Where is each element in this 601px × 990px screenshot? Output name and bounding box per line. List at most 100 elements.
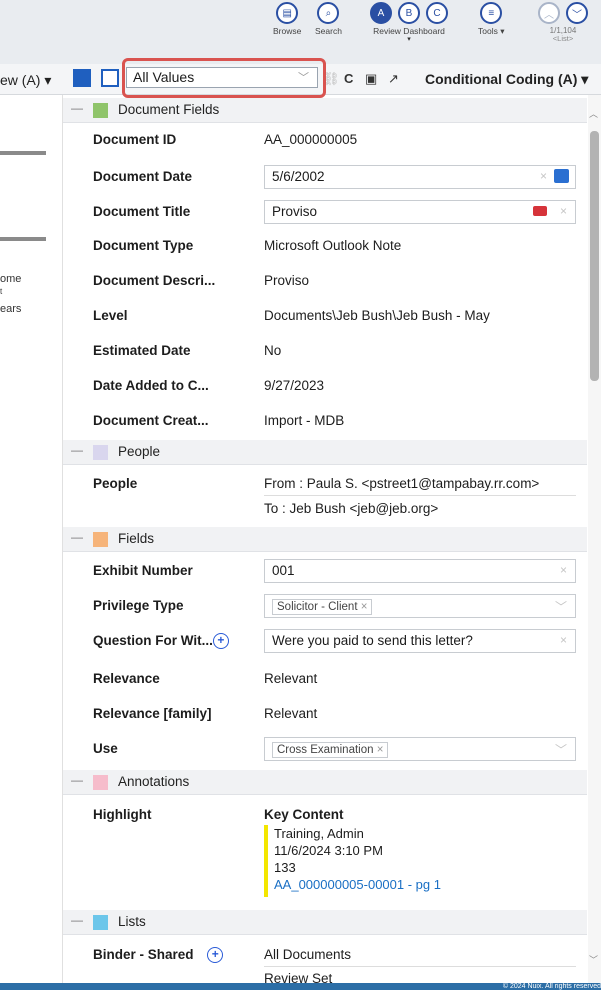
field-row-privilege-type: Privilege Type Solicitor - Client × ﹀ — [63, 589, 587, 623]
field-label: Relevance — [93, 671, 160, 686]
field-row-document-creation: Document Creat... Import - MDB — [63, 404, 587, 438]
people-from: From : Paula S. <pstreet1@tampabay.rr.co… — [264, 476, 576, 496]
question-value: Were you paid to send this letter? — [272, 633, 473, 648]
tools-button[interactable]: ≡ Tools ▾ — [478, 2, 504, 37]
add-icon[interactable]: + — [207, 947, 224, 964]
scroll-up-icon[interactable]: ︿ — [589, 107, 598, 120]
field-label: Document Title — [93, 204, 191, 219]
scroll-down-icon[interactable]: ﹀ — [589, 953, 598, 966]
field-row-date-added: Date Added to C... 9/27/2023 — [63, 369, 587, 403]
section-title: Lists — [118, 914, 146, 929]
exhibit-number-value: 001 — [272, 563, 295, 578]
color-square-icon — [93, 103, 108, 118]
previous-document-icon[interactable]: ︿ — [538, 2, 560, 24]
field-row-binder: Binder - Shared + All Documents Review S… — [63, 938, 587, 983]
field-label: Highlight — [93, 807, 152, 822]
add-icon[interactable]: + — [212, 633, 229, 650]
color-square-icon — [93, 445, 108, 460]
vertical-scrollbar[interactable]: ︿ ﹀ — [588, 95, 601, 983]
collapse-icon[interactable]: — — [71, 773, 83, 787]
exhibit-number-input[interactable]: 001 × — [264, 559, 576, 583]
refresh-icon[interactable]: C — [344, 71, 353, 86]
clear-icon[interactable]: × — [560, 563, 567, 577]
next-document-icon[interactable]: ﹀ — [566, 2, 588, 24]
field-row-document-title: Document Title Proviso × — [63, 195, 587, 229]
field-row-document-id: Document ID AA_000000005 — [63, 123, 587, 157]
browse-button[interactable]: ▤ Browse — [273, 2, 301, 36]
collapse-icon[interactable]: — — [71, 530, 83, 544]
section-document-fields[interactable]: — Document Fields — [63, 98, 587, 123]
chevron-down-icon[interactable]: ﹀ — [555, 741, 567, 758]
field-value[interactable]: Relevant — [264, 671, 317, 686]
privilege-tag[interactable]: Solicitor - Client × — [272, 599, 373, 615]
field-value: Import - MDB — [264, 413, 345, 428]
field-value: Microsoft Outlook Note — [264, 238, 402, 253]
document-date-input[interactable]: 5/6/2002 × — [264, 165, 576, 189]
use-tag[interactable]: Cross Examination × — [272, 742, 389, 758]
footer-bar: © 2024 Nuix. All rights reserved — [0, 983, 601, 990]
field-row-relevance-family: Relevance [family] Relevant — [63, 697, 587, 731]
privilege-type-select[interactable]: Solicitor - Client × ﹀ — [264, 594, 576, 618]
section-people[interactable]: — People — [63, 440, 587, 465]
section-fields[interactable]: — Fields — [63, 527, 587, 552]
clear-icon[interactable]: × — [560, 633, 567, 647]
field-row-use: Use Cross Examination × ﹀ — [63, 732, 587, 766]
coding-panel-title[interactable]: Conditional Coding (A) ▾ — [425, 71, 588, 88]
field-value: AA_000000005 — [264, 132, 358, 147]
field-row-highlight: Highlight Key Content Training, Admin 11… — [63, 797, 587, 907]
annotation-details: Training, Admin 11/6/2024 3:10 PM 133 AA… — [274, 825, 441, 893]
question-input[interactable]: Were you paid to send this letter? × — [264, 629, 576, 653]
top-toolbar: ▤ Browse ⌕ Search A B C Review Dashboard… — [0, 0, 601, 65]
document-title-input[interactable]: Proviso × — [264, 200, 576, 224]
document-view-icon[interactable] — [73, 69, 91, 87]
field-value: Proviso — [264, 273, 310, 288]
annotation-title: Key Content — [264, 807, 344, 822]
field-row-document-date: Document Date 5/6/2002 × — [63, 160, 587, 194]
field-label: Estimated Date — [93, 343, 191, 358]
scrollbar-thumb[interactable] — [590, 131, 599, 381]
field-label: Use — [93, 741, 118, 756]
panel-icon[interactable]: ▣ — [365, 71, 377, 87]
dictionary-icon[interactable] — [533, 206, 547, 216]
document-date-value: 5/6/2002 — [272, 169, 325, 184]
annotation-count: 133 — [274, 860, 296, 875]
review-dashboard-label: Review Dashboard — [373, 26, 445, 36]
chevron-down-icon[interactable]: ﹀ — [555, 598, 567, 615]
field-label: Relevance [family] — [93, 706, 212, 721]
use-select[interactable]: Cross Examination × ﹀ — [264, 737, 576, 761]
section-lists[interactable]: — Lists — [63, 910, 587, 935]
field-label: People — [93, 476, 138, 491]
field-row-estimated-date: Estimated Date No — [63, 334, 587, 368]
left-pane-divider — [0, 237, 46, 241]
left-pane-title[interactable]: ew (A) ▾ — [0, 72, 51, 89]
color-square-icon — [93, 532, 108, 547]
collapse-icon[interactable]: — — [71, 913, 83, 927]
field-label: Document Type — [93, 238, 194, 253]
browse-icon: ▤ — [276, 2, 299, 24]
left-pane-text: ome — [0, 273, 22, 285]
review-dashboard-button[interactable]: A B C Review Dashboard ▾ — [366, 2, 452, 43]
clear-icon[interactable]: × — [540, 169, 547, 183]
collapse-icon[interactable]: — — [71, 443, 83, 457]
search-button[interactable]: ⌕ Search — [315, 2, 342, 36]
clear-icon[interactable]: × — [560, 204, 567, 218]
annotation-author: Training, Admin — [274, 826, 364, 841]
annotation-link[interactable]: AA_000000005-00001 - pg 1 — [274, 876, 441, 893]
doc-navigation: ︿ ﹀ 1/1,104 <List> — [533, 2, 593, 43]
edit-document-icon[interactable] — [101, 69, 119, 87]
color-square-icon — [93, 915, 108, 930]
calendar-icon[interactable] — [554, 169, 569, 183]
tools-icon: ≡ — [480, 2, 503, 24]
field-label: Document Date — [93, 169, 193, 184]
field-label: Date Added to C... — [93, 378, 209, 393]
field-label: Privilege Type — [93, 598, 184, 613]
section-title: Fields — [118, 531, 155, 546]
expand-icon[interactable]: ↗ — [388, 71, 399, 87]
section-annotations[interactable]: — Annotations — [63, 770, 587, 795]
coding-panel: — Document Fields Document ID AA_0000000… — [63, 95, 587, 983]
field-label: Binder - Shared + — [93, 947, 224, 964]
collapse-icon[interactable]: — — [71, 101, 83, 115]
binder-value: All Documents — [264, 947, 576, 967]
field-row-people: People From : Paula S. <pstreet1@tampaba… — [63, 467, 587, 521]
search-label: Search — [315, 26, 342, 36]
